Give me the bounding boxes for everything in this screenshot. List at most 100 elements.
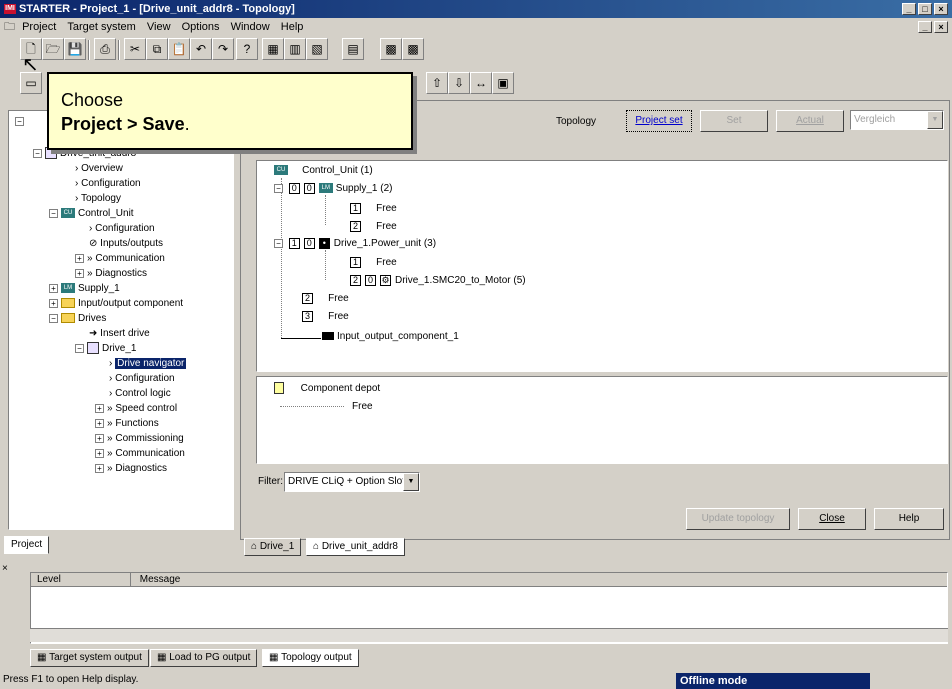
tab-target-system-output[interactable]: ▦ Target system output [30,649,149,667]
grid-icon[interactable]: ▤ [342,38,364,60]
callout-line-1: Choose [61,90,124,110]
window-title: STARTER - Project_1 - [Drive_unit_addr8 … [19,3,295,15]
tree-item-functions[interactable]: +» Functions [95,417,159,431]
menu-options[interactable]: Options [182,21,220,33]
tree-item-inputs-outputs[interactable]: ⊘ Inputs/outputs [89,237,163,251]
accessible-nodes-icon[interactable]: ▧ [306,38,328,60]
folder-icon [61,313,75,324]
tree-item-drive-diagnostics[interactable]: +» Diagnostics [95,462,167,476]
tree-item-control-logic[interactable]: › Control logic [109,387,171,401]
tree-item-drive-1[interactable]: − Drive_1 [75,342,136,356]
supply-icon: LM [61,283,75,294]
tree-item-control-unit[interactable]: − CU Control_Unit [49,207,134,221]
download2-icon[interactable]: ⇩ [448,72,470,94]
tree-item-topology[interactable]: › Topology [75,192,121,206]
close-window-button[interactable]: × [934,3,948,15]
topo-control-unit[interactable]: CU Control_Unit (1) [274,164,373,178]
mouse-pointer-icon: ↖ [22,54,39,76]
tree-item-overview[interactable]: › Overview [75,162,123,176]
topo-power-unit[interactable]: − 1 0 • Drive_1.Power_unit (3) [274,237,436,251]
tree-item-cu-configuration[interactable]: › Configuration [89,222,155,236]
topo-smc20[interactable]: 2 0 ⚙ Drive_1.SMC20_to_Motor (5) [350,274,526,288]
topo-cu-port-3[interactable]: 3 Free [302,310,349,324]
undo-icon[interactable]: ↶ [190,38,212,60]
close-button[interactable]: Close [798,508,866,530]
tree-item-cu-diagnostics[interactable]: +» Diagnostics [75,267,147,281]
offline-mode-indicator: Offline mode [676,673,870,689]
tree-item-commissioning[interactable]: +» Commissioning [95,432,184,446]
depot-free[interactable]: Free [352,400,373,414]
project-icon: 🗀 [4,21,15,33]
help-button[interactable]: Help [874,508,944,530]
update-topology-button[interactable]: Update topology [686,508,790,530]
paste-icon[interactable]: 📋 [168,38,190,60]
cut-icon[interactable]: ✂ [124,38,146,60]
topo-power-unit-port-1[interactable]: 1 Free [350,256,397,270]
tree-item-drive-communication[interactable]: +» Communication [95,447,185,461]
tree-item-speed-control[interactable]: +» Speed control [95,402,177,416]
topo-cu-port-2[interactable]: 2 Free [302,292,349,306]
topology-label: Topology [556,116,597,127]
tree-item-configuration[interactable]: › Configuration [75,177,141,191]
mdi-close-button[interactable]: × [934,21,948,33]
tree-item-io-component[interactable]: + Input/output component [49,297,183,311]
tree-item-supply[interactable]: + LM Supply_1 [49,282,120,296]
instruction-callout: Choose Project > Save. [47,72,413,150]
depot-header: Component depot [274,382,380,396]
column-level[interactable]: Level [31,573,131,587]
menu-window[interactable]: Window [231,21,270,33]
topo-supply-port-1[interactable]: 1 Free [350,202,397,216]
copy-icon[interactable]: ⧉ [146,38,168,60]
topo-supply[interactable]: − 0 0 LM Supply_1 (2) [274,182,392,196]
topo-supply-port-2[interactable]: 2 Free [350,220,397,234]
minimize-button[interactable]: _ [902,3,916,15]
tab-topology-output[interactable]: ▦ Topology output [262,649,359,667]
device-icon[interactable]: ▣ [492,72,514,94]
tab-load-to-pg-output[interactable]: ▦ Load to PG output [150,649,258,667]
menu-target-system[interactable]: Target system [67,21,135,33]
tree-item-drive-navigator[interactable]: › Drive navigator [109,357,187,371]
download-icon[interactable]: ▥ [284,38,306,60]
green-icon-2[interactable]: ▩ [402,38,424,60]
tree-item-insert-drive[interactable]: ➜ Insert drive [89,327,150,341]
maximize-button[interactable]: □ [918,3,932,15]
filter-dropdown[interactable]: DRIVE CLiQ + Option Slot ▼ [284,472,420,492]
column-message[interactable]: Message [134,574,181,585]
topo-io-component[interactable]: Input_output_component_1 [322,330,459,344]
drive-icon: ⌂ [313,541,320,552]
close-output-icon[interactable]: × [2,563,8,574]
green-icon-1[interactable]: ▩ [380,38,402,60]
tree-item-cu-communication[interactable]: +» Communication [75,252,165,266]
set-button[interactable]: Set [700,110,768,132]
drive-icon [87,342,99,355]
drive-icon: ⌂ [251,541,258,552]
vergleich-dropdown[interactable]: Vergleich ▼ [850,110,944,130]
tree-root-icon[interactable]: − [15,115,27,129]
menu-help[interactable]: Help [281,21,304,33]
open-icon[interactable]: 🗁 [42,38,64,60]
online-icon[interactable]: ▦ [262,38,284,60]
menu-view[interactable]: View [147,21,171,33]
table-icon: ▦ [269,652,279,663]
mdi-minimize-button[interactable]: _ [918,21,932,33]
print-icon[interactable]: ⎙ [94,38,116,60]
app-icon: IMI [4,4,16,15]
redo-icon[interactable]: ↷ [212,38,234,60]
project-tree: − − Drive_unit_addr8 › Overview › Configu… [8,110,234,530]
tree-item-drives[interactable]: − Drives [49,312,106,326]
connect-icon[interactable]: ↔ [470,72,492,94]
table-icon: ▦ [157,652,167,663]
project-set-button[interactable]: Project set [626,110,692,132]
tab-drive-1[interactable]: ⌂ Drive_1 [244,538,302,556]
tab-project[interactable]: Project [4,536,50,554]
upload-icon[interactable]: ⇧ [426,72,448,94]
save-icon[interactable]: 💾 [64,38,86,60]
menu-project[interactable]: Project [22,21,56,33]
chevron-down-icon: ▼ [927,111,943,129]
tab-drive-unit-addr8[interactable]: ⌂ Drive_unit_addr8 [306,538,405,556]
tree-item-drive-configuration[interactable]: › Configuration [109,372,175,386]
help-pointer-icon[interactable]: ? [236,38,258,60]
actual-button[interactable]: Actual [776,110,844,132]
control-unit-icon: CU [274,165,288,176]
horizontal-scrollbar[interactable] [30,628,948,642]
